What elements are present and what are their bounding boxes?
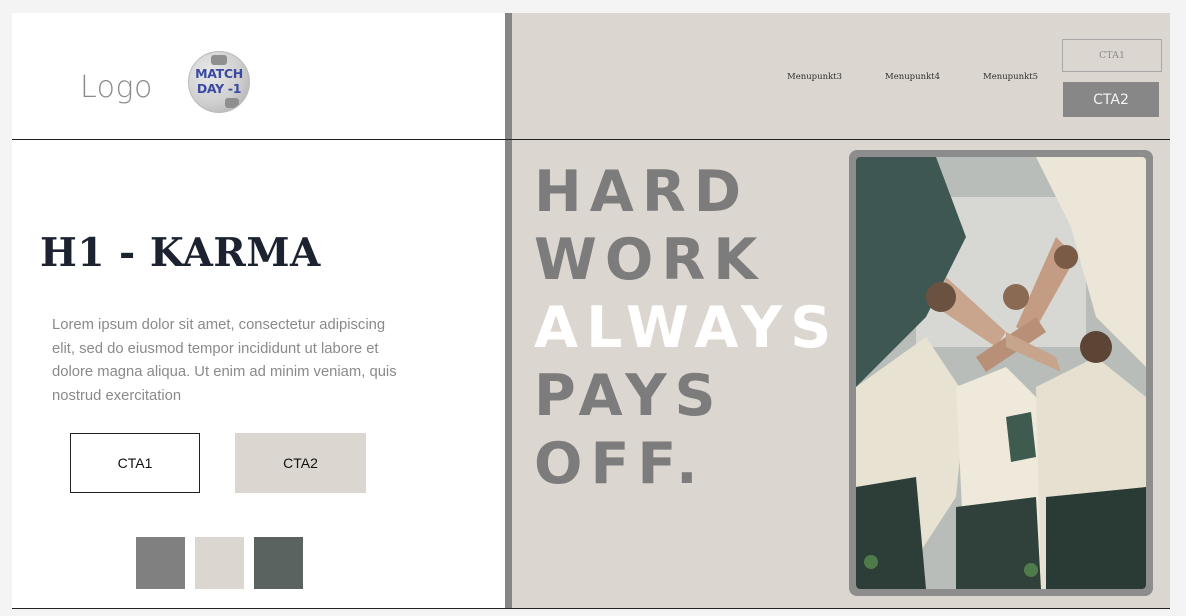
left-panel: Logo MATCH DAY -1 H1 - KARMA Lorem ipsum… — [12, 13, 505, 609]
header-cta1-button[interactable]: CTA1 — [1062, 39, 1162, 72]
slogan-line-3: ALWAYS — [534, 295, 840, 361]
slogan-line-4: PAYS — [534, 363, 724, 429]
color-swatch-beige — [195, 537, 244, 589]
header-divider-line — [12, 139, 1170, 140]
cta1-button[interactable]: CTA1 — [70, 433, 200, 493]
color-swatch-gray — [136, 537, 185, 589]
nav-item-menupunkt3[interactable]: Menupunkt3 — [787, 72, 842, 82]
panel-divider — [505, 13, 512, 609]
page-title: H1 - KARMA — [40, 230, 321, 276]
slogan-line-1: HARD — [534, 159, 750, 225]
nav-item-menupunkt5[interactable]: Menupunkt5 — [983, 72, 1038, 82]
header-cta2-button[interactable]: CTA2 — [1063, 82, 1159, 117]
slogan-line-5: OFF. — [534, 431, 706, 497]
cta2-button[interactable]: CTA2 — [235, 433, 366, 493]
matchday-badge-icon: MATCH DAY -1 — [188, 51, 250, 113]
hero-body-text: Lorem ipsum dolor sit amet, consectetur … — [52, 317, 397, 404]
team-huddle-photo — [856, 157, 1146, 589]
nav-item-menupunkt4[interactable]: Menupunkt4 — [885, 72, 940, 82]
logo[interactable]: Logo — [80, 70, 153, 105]
color-swatch-green — [254, 537, 303, 589]
page-canvas: Logo MATCH DAY -1 H1 - KARMA Lorem ipsum… — [12, 13, 1170, 609]
slogan-line-2: WORK — [534, 227, 766, 293]
badge-line-2: DAY -1 — [196, 81, 242, 96]
badge-line-1: MATCH — [195, 66, 243, 81]
footer-divider-line — [12, 608, 1170, 609]
right-panel: Menupunkt3 Menupunkt4 Menupunkt5 CTA1 CT… — [505, 13, 1170, 609]
